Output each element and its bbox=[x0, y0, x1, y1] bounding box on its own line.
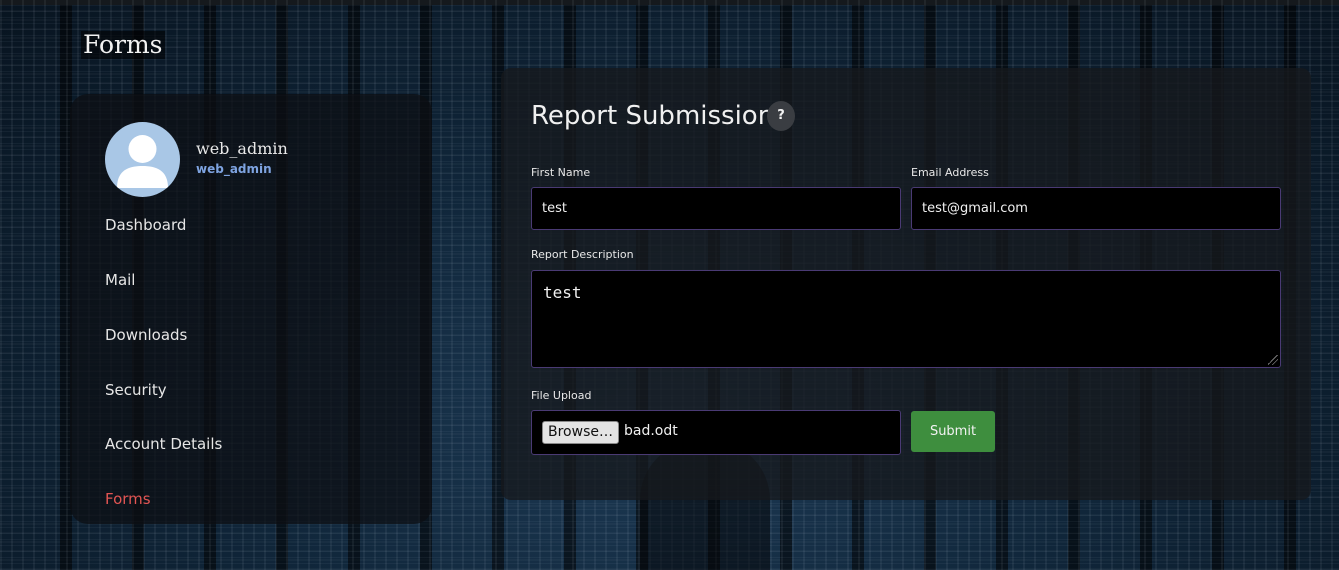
email-input[interactable] bbox=[911, 187, 1281, 230]
page-title: Forms bbox=[81, 30, 165, 59]
form-title: Report Submission bbox=[531, 101, 775, 131]
browse-button[interactable]: Browse… bbox=[542, 421, 619, 444]
description-textarea[interactable]: test bbox=[531, 270, 1281, 368]
sidebar-item-forms[interactable]: Forms bbox=[105, 489, 151, 509]
user-avatar-icon bbox=[105, 122, 180, 197]
sidebar-item-dashboard[interactable]: Dashboard bbox=[105, 215, 186, 235]
email-label: Email Address bbox=[911, 166, 989, 179]
file-upload-label: File Upload bbox=[531, 389, 592, 402]
description-label: Report Description bbox=[531, 248, 634, 261]
sidebar-item-downloads[interactable]: Downloads bbox=[105, 325, 187, 345]
help-icon[interactable]: ? bbox=[767, 101, 795, 131]
first-name-input[interactable] bbox=[531, 187, 901, 230]
sidebar-item-account-details[interactable]: Account Details bbox=[105, 434, 222, 454]
top-bar bbox=[0, 0, 1339, 5]
textarea-resize-handle[interactable] bbox=[1268, 355, 1278, 365]
submit-button[interactable]: Submit bbox=[911, 411, 995, 452]
selected-file-name: bad.odt bbox=[624, 423, 678, 439]
profile-role: web_admin bbox=[196, 162, 272, 176]
sidebar-item-mail[interactable]: Mail bbox=[105, 270, 135, 290]
profile-name: web_admin bbox=[196, 139, 288, 158]
sidebar-item-security[interactable]: Security bbox=[105, 380, 167, 400]
first-name-label: First Name bbox=[531, 166, 591, 179]
